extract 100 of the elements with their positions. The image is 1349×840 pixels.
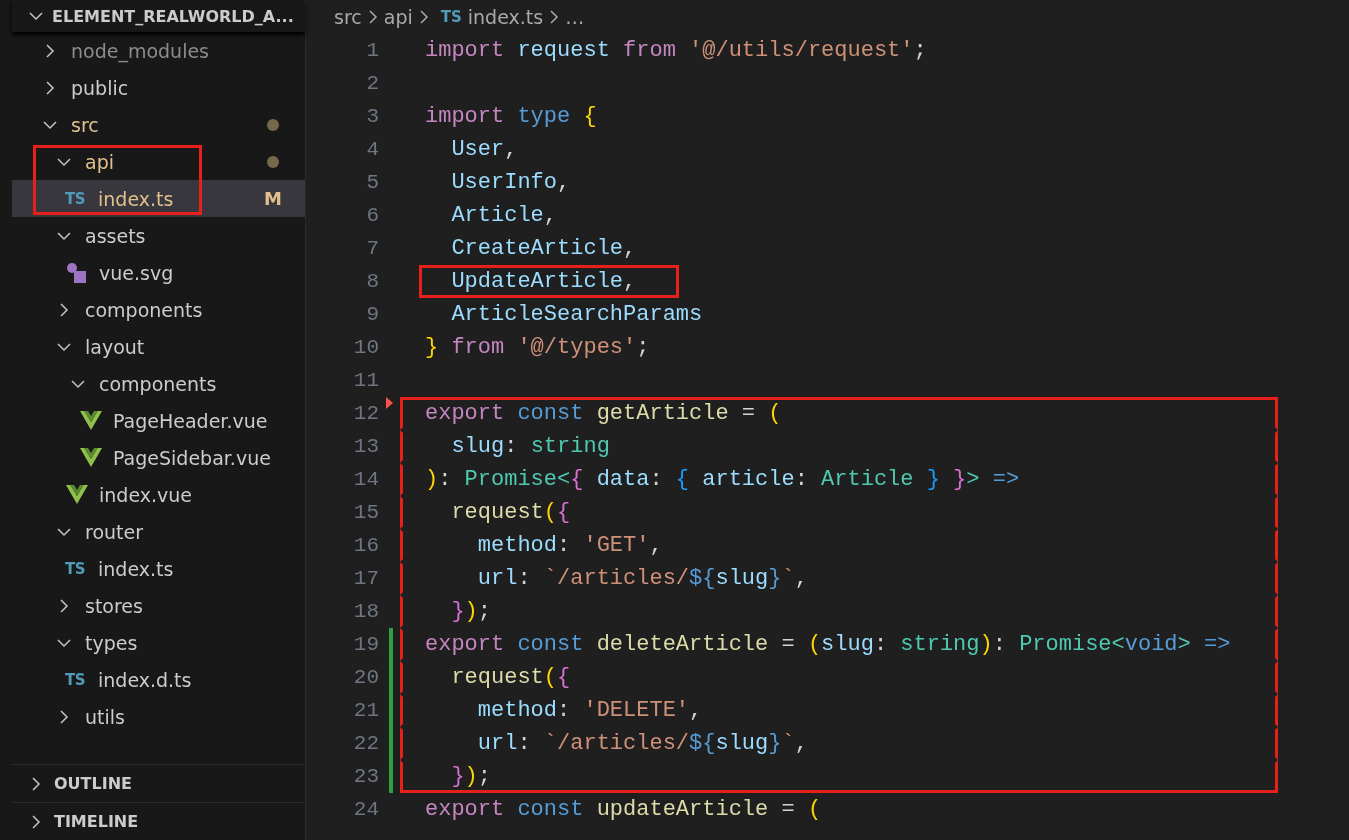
project-title: ELEMENT_REALWORLD_A... xyxy=(52,6,294,26)
line-number: 12 xyxy=(306,397,393,430)
line-number: 4 xyxy=(365,137,380,163)
git-status: M xyxy=(264,188,282,209)
code-line: }); xyxy=(400,760,1278,793)
folder-name: utils xyxy=(85,705,126,728)
file-name: PageSidebar.vue xyxy=(113,446,272,469)
line-number: 15 xyxy=(352,500,380,526)
folder-name: stores xyxy=(85,594,144,617)
folder-name: node_modules xyxy=(71,39,211,62)
modified-dot xyxy=(267,118,279,131)
folder-name: components xyxy=(85,298,204,321)
file-name: index.vue xyxy=(99,483,193,506)
code-line: request({ xyxy=(400,661,1278,694)
file-item[interactable]: TS index.ts M xyxy=(12,180,305,217)
line-number: 7 xyxy=(365,236,380,262)
breadcrumb-item[interactable]: api xyxy=(383,6,413,28)
folder-name: components xyxy=(99,372,218,395)
folder-name: router xyxy=(85,520,144,543)
file-item[interactable]: vue.svg xyxy=(12,254,305,291)
folder-item[interactable]: public xyxy=(12,69,305,106)
breadcrumb-item[interactable]: … xyxy=(565,6,585,28)
folder-item[interactable]: assets xyxy=(12,217,305,254)
typescript-file-icon: TS xyxy=(65,189,91,208)
line-number: 16 xyxy=(352,533,380,559)
line-number: 20 xyxy=(306,661,393,694)
line-number: 22 xyxy=(306,727,393,760)
folder-name: src xyxy=(71,113,100,136)
breadcrumb-item[interactable]: index.ts xyxy=(467,6,544,28)
file-name: index.ts xyxy=(98,557,175,580)
code-line: method: 'DELETE', xyxy=(400,694,1278,727)
file-item[interactable]: index.vue xyxy=(12,476,305,513)
line-number: 13 xyxy=(352,434,380,460)
line-number: 10 xyxy=(352,335,380,361)
code-line: export const updateArticle = ( xyxy=(424,796,823,824)
file-item[interactable]: PageHeader.vue xyxy=(12,402,305,439)
folder-item[interactable]: router xyxy=(12,513,305,550)
folder-item[interactable]: layout xyxy=(12,328,305,365)
line-number: 3 xyxy=(365,104,380,130)
typescript-file-icon: TS xyxy=(65,670,91,689)
line-number: 1 xyxy=(365,38,380,64)
modified-dot xyxy=(267,155,279,168)
line-number: 9 xyxy=(365,302,380,328)
code-line: import type { xyxy=(424,103,598,131)
folder-item[interactable]: components xyxy=(12,365,305,402)
section-title: OUTLINE xyxy=(54,774,132,793)
vue-file-icon xyxy=(80,447,102,468)
folder-item[interactable]: stores xyxy=(12,587,305,624)
line-number: 2 xyxy=(365,71,380,97)
line-number: 6 xyxy=(365,203,380,229)
line-number: 18 xyxy=(352,599,380,625)
code-line: url: `/articles/${slug}`, xyxy=(400,727,1278,760)
line-number: 5 xyxy=(365,170,380,196)
folder-item[interactable]: src xyxy=(12,106,305,143)
line-number: 11 xyxy=(352,368,380,394)
folder-item[interactable]: types xyxy=(12,624,305,661)
line-number: 14 xyxy=(352,467,380,493)
code-line: ArticleSearchParams xyxy=(450,301,704,329)
image-file-icon xyxy=(66,261,88,284)
line-number: 8 xyxy=(365,269,380,295)
panel-section-header[interactable]: TIMELINE xyxy=(12,802,305,840)
code-line: ): Promise<{ data: { article: Article } }> => xyxy=(400,463,1278,496)
code-line: CreateArticle, xyxy=(450,235,638,263)
code-line: } from '@/types'; xyxy=(424,334,651,362)
code-line: export const deleteArticle = (slug: string): Promise<void> => xyxy=(400,628,1278,661)
file-item[interactable]: TS index.ts xyxy=(12,550,305,587)
file-name: index.d.ts xyxy=(98,668,193,691)
typescript-file-icon: TS xyxy=(65,559,91,578)
file-item[interactable]: PageSidebar.vue xyxy=(12,439,305,476)
file-item[interactable]: TS index.d.ts xyxy=(12,661,305,698)
typescript-file-icon: TS xyxy=(440,8,462,26)
folder-item[interactable]: utils xyxy=(12,698,305,735)
code-line: Article, xyxy=(450,202,559,230)
line-number: 19 xyxy=(306,628,393,661)
folder-item[interactable]: node_modules xyxy=(12,32,305,69)
line-number: 23 xyxy=(306,760,393,793)
line-number: 17 xyxy=(352,566,380,592)
file-name: index.ts xyxy=(98,187,175,210)
code-line: User, xyxy=(450,136,519,164)
section-title: TIMELINE xyxy=(54,812,139,831)
folder-item[interactable]: api xyxy=(12,143,305,180)
code-line: export const getArticle = ( xyxy=(400,397,1278,430)
code-line: slug: string xyxy=(400,430,1278,463)
panel-section-header[interactable]: OUTLINE xyxy=(12,764,305,802)
code-line: UserInfo, xyxy=(450,169,572,197)
vue-file-icon xyxy=(80,410,102,431)
chevron-right-icon xyxy=(418,8,429,26)
breadcrumb-item[interactable]: src xyxy=(334,6,362,28)
folder-name: types xyxy=(85,631,139,654)
code-line: }); xyxy=(400,595,1278,628)
chevron-right-icon xyxy=(367,8,378,26)
explorer-header[interactable]: ELEMENT_REALWORLD_A... xyxy=(12,0,305,32)
vue-file-icon xyxy=(66,484,88,505)
line-number: 21 xyxy=(306,694,393,727)
code-line: url: `/articles/${slug}`, xyxy=(400,562,1278,595)
folder-name: assets xyxy=(85,224,147,247)
file-name: PageHeader.vue xyxy=(113,409,269,432)
folder-name: layout xyxy=(85,335,146,358)
code-line: request({ xyxy=(400,496,1278,529)
folder-item[interactable]: components xyxy=(12,291,305,328)
